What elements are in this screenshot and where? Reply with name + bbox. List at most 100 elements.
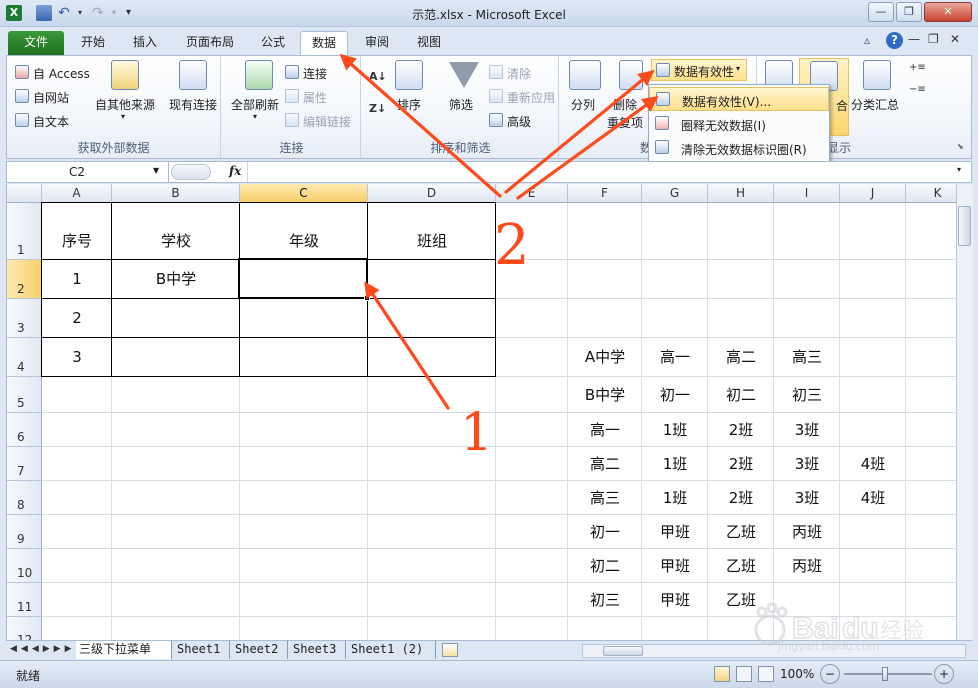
cell-g8[interactable]: 1班	[642, 481, 708, 515]
row-header-11[interactable]: 11	[7, 583, 42, 617]
formula-expand-icon[interactable]: ▾	[957, 165, 961, 174]
formula-bar-expander[interactable]	[171, 164, 211, 180]
cell-h7[interactable]: 2班	[708, 447, 774, 481]
column-header-j[interactable]: J	[840, 184, 906, 203]
cell-f9[interactable]: 初一	[568, 515, 642, 549]
sort-ascending-icon[interactable]: A↓	[369, 70, 387, 83]
sheet-tab[interactable]: Sheet1 (2)	[348, 641, 436, 659]
tab-formulas[interactable]: 公式	[252, 31, 294, 55]
select-all-corner[interactable]	[7, 184, 42, 203]
cell-b1[interactable]: 学校	[112, 203, 240, 260]
cell-i6[interactable]: 3班	[774, 413, 840, 447]
name-box[interactable]: C2 ▼	[7, 162, 169, 182]
name-box-dropdown-icon[interactable]: ▼	[153, 166, 159, 175]
cell-g5[interactable]: 初一	[642, 377, 708, 413]
cell-j8[interactable]: 4班	[840, 481, 906, 515]
column-header-e[interactable]: E	[496, 184, 568, 203]
advanced-button[interactable]: 高级	[507, 113, 531, 130]
connections-button[interactable]: 连接	[303, 65, 327, 82]
column-header-c[interactable]: C	[240, 184, 368, 203]
cell-i8[interactable]: 3班	[774, 481, 840, 515]
tab-file[interactable]: 文件	[8, 31, 64, 55]
properties-button[interactable]: 属性	[303, 89, 327, 106]
cell-g6[interactable]: 1班	[642, 413, 708, 447]
show-detail-icon[interactable]: +≡	[909, 62, 926, 73]
dialog-launcher-icon[interactable]: ⬊	[957, 142, 964, 151]
vertical-scrollbar[interactable]	[956, 184, 973, 640]
cell-d1[interactable]: 班组	[368, 203, 496, 260]
page-layout-view-icon[interactable]	[736, 666, 752, 682]
cell-a1[interactable]: 序号	[42, 203, 112, 260]
row-header-4[interactable]: 4	[7, 338, 42, 377]
row-header-9[interactable]: 9	[7, 515, 42, 549]
cell-h5[interactable]: 初二	[708, 377, 774, 413]
cell-h9[interactable]: 乙班	[708, 515, 774, 549]
menu-item-clear-circles[interactable]: 清除无效数据标识圈(R)	[649, 136, 829, 160]
cell-h8[interactable]: 2班	[708, 481, 774, 515]
insert-function-icon[interactable]: fx	[229, 164, 241, 178]
help-icon[interactable]: ?	[886, 32, 903, 49]
cell-f7[interactable]: 高二	[568, 447, 642, 481]
menu-item-data-validation[interactable]: 数据有效性(V)...	[649, 87, 829, 111]
cell-g10[interactable]: 甲班	[642, 549, 708, 583]
menu-item-circle-invalid[interactable]: 圈释无效数据(I)	[649, 112, 829, 136]
hide-detail-icon[interactable]: −≡	[909, 84, 926, 95]
cell-i7[interactable]: 3班	[774, 447, 840, 481]
sheet-tab[interactable]: Sheet2	[232, 641, 288, 659]
cell-f10[interactable]: 初二	[568, 549, 642, 583]
column-header-b[interactable]: B	[112, 184, 240, 203]
cell-h4[interactable]: 高二	[708, 338, 774, 377]
cell-g7[interactable]: 1班	[642, 447, 708, 481]
row-header-5[interactable]: 5	[7, 377, 42, 413]
zoom-out-icon[interactable]: −	[820, 664, 840, 684]
clear-button[interactable]: 清除	[507, 65, 531, 82]
cell-g9[interactable]: 甲班	[642, 515, 708, 549]
cell-f4[interactable]: A中学	[568, 338, 642, 377]
sheet-tab[interactable]: Sheet3	[290, 641, 346, 659]
tab-insert[interactable]: 插入	[124, 31, 166, 55]
workbook-minimize-icon[interactable]: —	[908, 32, 924, 48]
remove-duplicates-button[interactable]: 删除	[613, 96, 637, 113]
column-header-d[interactable]: D	[368, 184, 496, 203]
cell-i10[interactable]: 丙班	[774, 549, 840, 583]
reapply-button[interactable]: 重新应用	[507, 89, 555, 106]
insert-sheet-icon[interactable]	[442, 643, 458, 657]
refresh-dropdown-icon[interactable]: ▾	[253, 112, 257, 121]
cell-a2[interactable]: 1	[42, 260, 112, 299]
filter-button[interactable]: 筛选	[449, 96, 473, 113]
tab-page-layout[interactable]: 页面布局	[176, 31, 244, 55]
other-sources-dropdown-icon[interactable]: ▾	[121, 112, 125, 121]
vertical-scroll-thumb[interactable]	[958, 206, 971, 246]
row-header-1[interactable]: 1	[7, 203, 42, 260]
column-header-f[interactable]: F	[568, 184, 642, 203]
cell-h10[interactable]: 乙班	[708, 549, 774, 583]
edit-links-button[interactable]: 编辑链接	[303, 113, 351, 130]
normal-view-icon[interactable]	[714, 666, 730, 682]
cell-j7[interactable]: 4班	[840, 447, 906, 481]
cell-b2[interactable]: B中学	[112, 260, 240, 299]
cell-f6[interactable]: 高一	[568, 413, 642, 447]
cell-i4[interactable]: 高三	[774, 338, 840, 377]
subtotal-button[interactable]: 分类汇总	[851, 96, 899, 113]
cell-f8[interactable]: 高三	[568, 481, 642, 515]
close-button[interactable]: ✕	[924, 2, 972, 22]
row-header-7[interactable]: 7	[7, 447, 42, 481]
cell-f11[interactable]: 初三	[568, 583, 642, 617]
tab-home[interactable]: 开始	[72, 31, 114, 55]
zoom-slider-thumb[interactable]	[882, 667, 888, 681]
active-cell-c2[interactable]	[238, 258, 368, 299]
workbook-restore-icon[interactable]: ❐	[928, 32, 944, 48]
cell-a4[interactable]: 3	[42, 338, 112, 377]
sheet-nav-icons[interactable]: ◀◀◀▶▶▶	[10, 644, 76, 654]
workbook-close-icon[interactable]: ✕	[950, 32, 966, 48]
row-header-2[interactable]: 2	[7, 260, 42, 299]
cell-i9[interactable]: 丙班	[774, 515, 840, 549]
cell-h6[interactable]: 2班	[708, 413, 774, 447]
row-header-10[interactable]: 10	[7, 549, 42, 583]
from-text-button[interactable]: 自文本	[33, 113, 69, 130]
column-header-i[interactable]: I	[774, 184, 840, 203]
row-header-3[interactable]: 3	[7, 299, 42, 338]
column-header-a[interactable]: A	[42, 184, 112, 203]
zoom-slider[interactable]	[844, 673, 932, 675]
cell-i5[interactable]: 初三	[774, 377, 840, 413]
